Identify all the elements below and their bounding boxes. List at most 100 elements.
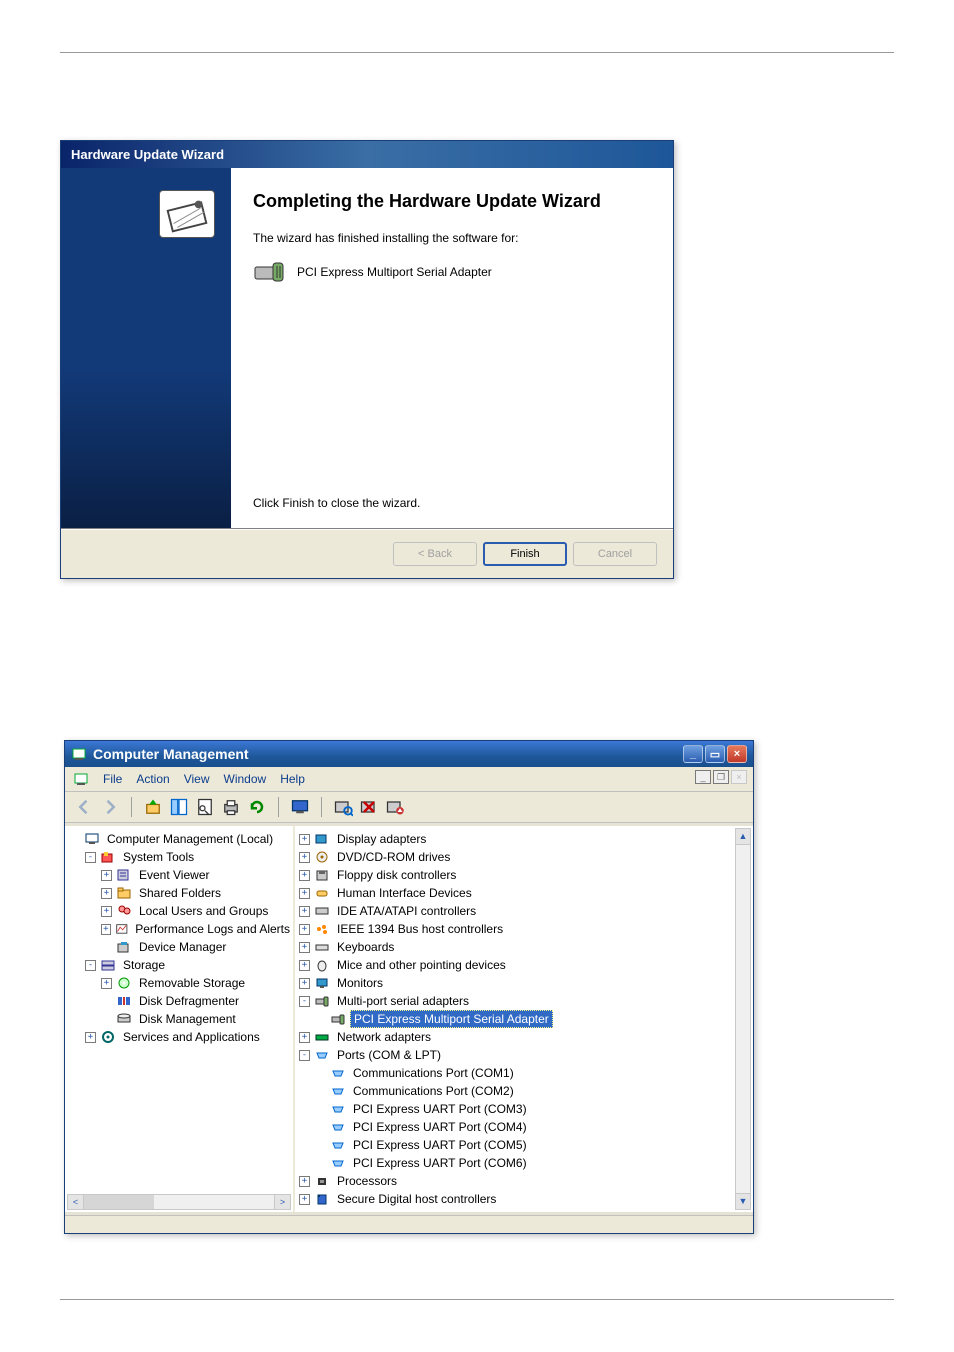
dev-multiport-selected[interactable]: PCI Express Multiport Serial Adapter [315,1010,753,1028]
menu-help[interactable]: Help [280,772,305,786]
com-port-icon [330,1156,346,1170]
tree-services-apps[interactable]: + Services and Applications [85,1028,293,1046]
system-tools-label: System Tools [120,849,197,865]
tree-device-manager[interactable]: Device Manager [101,938,293,956]
perf-logs-icon [115,922,129,936]
page-top-rule [60,52,894,53]
dev-com3[interactable]: PCI Express UART Port (COM3) [315,1100,753,1118]
uninstall-button[interactable] [358,796,380,818]
tree-disk-management[interactable]: Disk Management [101,1010,293,1028]
dev-ide-label: IDE ATA/ATAPI controllers [334,903,479,919]
dev-com5[interactable]: PCI Express UART Port (COM5) [315,1136,753,1154]
mdi-minimize-button[interactable]: _ [695,770,711,784]
dev-com4[interactable]: PCI Express UART Port (COM4) [315,1118,753,1136]
menu-view[interactable]: View [184,772,210,786]
tree-removable-storage[interactable]: + Removable Storage [101,974,293,992]
storage-label: Storage [120,957,168,973]
dev-dvd-label: DVD/CD-ROM drives [334,849,453,865]
refresh-button[interactable] [246,796,268,818]
dev-com2[interactable]: Communications Port (COM2) [315,1082,753,1100]
show-hide-console-tree-button[interactable] [168,796,190,818]
dev-com6-label: PCI Express UART Port (COM6) [350,1155,530,1171]
mdi-restore-button[interactable]: ❐ [713,770,729,784]
menu-window[interactable]: Window [224,772,267,786]
menu-action[interactable]: Action [136,772,169,786]
tree-shared-folders[interactable]: + Shared Folders [101,884,293,902]
wizard-close-text: Click Finish to close the wizard. [253,496,420,510]
tree-system-tools[interactable]: - System Tools [85,848,293,866]
nav-forward-button [99,796,121,818]
dev-ieee1394-label: IEEE 1394 Bus host controllers [334,921,506,937]
wizard-device-name: PCI Express Multiport Serial Adapter [297,265,492,279]
network-adapter-icon [314,1030,330,1044]
disk-defragmenter-label: Disk Defragmenter [136,993,242,1009]
computer-management-window: Computer Management _ ▭ × File Action Vi… [64,740,754,1234]
finish-button[interactable]: Finish [483,542,567,566]
dev-floppy-label: Floppy disk controllers [334,867,459,883]
update-driver-button[interactable] [384,796,406,818]
multiport-adapter-icon [253,259,287,285]
dev-mice[interactable]: + Mice and other pointing devices [299,956,753,974]
device-computer-icon[interactable] [289,796,311,818]
com-port-icon [330,1120,346,1134]
tree-root[interactable]: Computer Management (Local) [69,830,293,848]
mmc-client-area: Computer Management (Local) - System Too… [65,823,753,1215]
dev-com6[interactable]: PCI Express UART Port (COM6) [315,1154,753,1172]
dev-keyboards[interactable]: + Keyboards [299,938,753,956]
dev-hid[interactable]: + Human Interface Devices [299,884,753,902]
dev-multiport[interactable]: - Multi-port serial adapters [299,992,753,1010]
dev-display-adapters[interactable]: + Display adapters [299,830,753,848]
mmc-scope-pane[interactable]: Computer Management (Local) - System Too… [65,826,295,1212]
dev-com4-label: PCI Express UART Port (COM4) [350,1119,530,1135]
list-vertical-scrollbar[interactable]: ▲▼ [735,828,751,1210]
perf-logs-label: Performance Logs and Alerts [132,921,293,937]
wizard-device-row: PCI Express Multiport Serial Adapter [253,259,655,285]
mdi-close-button: × [731,770,747,784]
wizard-subtext: The wizard has finished installing the s… [253,231,655,245]
mmc-menubar: File Action View Window Help _ ❐ × [65,767,753,792]
close-button[interactable]: × [727,745,747,763]
dev-dvd-drives[interactable]: + DVD/CD-ROM drives [299,848,753,866]
minimize-button[interactable]: _ [683,745,703,763]
mmc-titlebar: Computer Management _ ▭ × [65,741,753,767]
dev-com1-label: Communications Port (COM1) [350,1065,517,1081]
tree-event-viewer[interactable]: + Event Viewer [101,866,293,884]
dev-network[interactable]: + Network adapters [299,1028,753,1046]
mouse-icon [314,958,330,972]
wizard-titlebar: Hardware Update Wizard [61,141,673,168]
dev-ports[interactable]: - Ports (COM & LPT) [299,1046,753,1064]
dev-mice-label: Mice and other pointing devices [334,957,509,973]
menu-file[interactable]: File [103,772,122,786]
storage-icon [100,958,116,972]
dev-sd-host[interactable]: + Secure Digital host controllers [299,1190,753,1208]
tree-disk-defragmenter[interactable]: Disk Defragmenter [101,992,293,1010]
up-one-level-button[interactable] [142,796,164,818]
tree-local-users[interactable]: + Local Users and Groups [101,902,293,920]
properties-button[interactable] [194,796,216,818]
tree-horizontal-scrollbar[interactable]: <> [67,1194,291,1210]
dev-ieee1394[interactable]: + IEEE 1394 Bus host controllers [299,920,753,938]
device-manager-label: Device Manager [136,939,229,955]
wizard-hardware-icon [159,190,215,238]
mmc-statusbar [65,1215,753,1233]
tree-storage[interactable]: - Storage [85,956,293,974]
dev-floppy[interactable]: + Floppy disk controllers [299,866,753,884]
dev-ide[interactable]: + IDE ATA/ATAPI controllers [299,902,753,920]
maximize-button[interactable]: ▭ [705,745,725,763]
wizard-heading: Completing the Hardware Update Wizard [253,190,655,213]
print-button[interactable] [220,796,242,818]
nav-back-button [73,796,95,818]
wizard-title: Hardware Update Wizard [71,147,224,162]
scan-hardware-button[interactable] [332,796,354,818]
dev-com1[interactable]: Communications Port (COM1) [315,1064,753,1082]
mmc-result-pane[interactable]: + Display adapters + DVD/CD-ROM drives +… [295,826,753,1212]
event-viewer-icon [116,868,132,882]
services-apps-label: Services and Applications [120,1029,263,1045]
dev-com3-label: PCI Express UART Port (COM3) [350,1101,530,1117]
dev-monitors[interactable]: + Monitors [299,974,753,992]
dev-processors[interactable]: + Processors [299,1172,753,1190]
tree-perf-logs[interactable]: + Performance Logs and Alerts [101,920,293,938]
wizard-content: Completing the Hardware Update Wizard Th… [231,168,673,528]
device-manager-icon [116,940,132,954]
display-adapter-icon [314,832,330,846]
